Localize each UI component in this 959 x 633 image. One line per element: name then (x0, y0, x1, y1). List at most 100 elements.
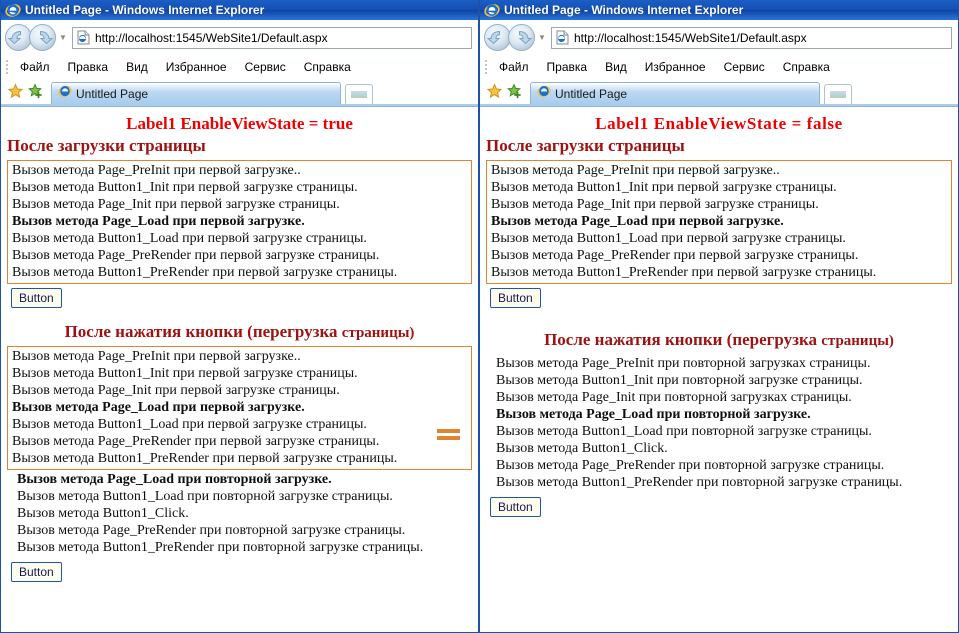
page-content-right: Label1 EnableViewState = false После заг… (480, 107, 958, 632)
menu-item-file[interactable]: Файл (11, 58, 59, 76)
tab-bar: Untitled Page (1, 78, 478, 104)
address-input[interactable]: http://localhost:1545/WebSite1/Default.a… (72, 26, 472, 49)
favorites-star-icon[interactable] (486, 83, 503, 100)
log-line: Вызов метода Page_PreRender при повторно… (496, 458, 885, 473)
asp-button-bottom[interactable]: Button (490, 497, 541, 517)
log-line: Вызов метода Page_PreRender при повторно… (17, 523, 406, 538)
back-button[interactable] (484, 24, 511, 51)
log-line: Вызов метода Button1_PreRender при перво… (491, 265, 877, 280)
log-line: Вызов метода Page_Init при повторной заг… (496, 390, 852, 405)
section-heading-main: После нажатия кнопки (перегрузка (544, 330, 817, 349)
log-line: Вызов метода Button1_Init при повторной … (496, 373, 863, 388)
new-tab-button[interactable] (345, 84, 373, 104)
menu-gripper[interactable] (482, 59, 490, 75)
address-bar-row: ▼ http://localhost:1545/WebSite1/Default… (1, 20, 478, 56)
new-tab-icon (351, 91, 367, 98)
menu-item-tools[interactable]: Сервис (715, 58, 774, 76)
log-line: Вызов метода Page_PreInit при первой заг… (12, 163, 301, 178)
page-title-label: Label1 EnableViewState = true (126, 114, 353, 133)
section-heading-after-click: После нажатия кнопки (перегрузка страниц… (480, 330, 958, 350)
page-title-label: Label1 EnableViewState = false (595, 114, 843, 133)
address-input[interactable]: http://localhost:1545/WebSite1/Default.a… (551, 26, 952, 49)
menu-item-favorites[interactable]: Избранное (636, 58, 715, 76)
tab-label: Untitled Page (76, 86, 149, 101)
favorites-star-icon[interactable] (7, 83, 24, 100)
title-bar-text: Untitled Page - Windows Internet Explore… (25, 3, 265, 17)
forward-button[interactable] (29, 24, 56, 51)
log-line: Вызов метода Button1_PreRender при перво… (12, 265, 398, 280)
log-line: Вызов метода Page_Load при первой загруз… (12, 214, 305, 229)
section-heading-after-load: После загрузки страницы (7, 136, 206, 155)
asp-button-bottom[interactable]: Button (11, 562, 62, 582)
title-bar: Untitled Page - Windows Internet Explore… (480, 0, 958, 20)
log-line: Вызов метода Button1_Load при повторной … (496, 424, 872, 439)
menu-item-help[interactable]: Справка (774, 58, 839, 76)
menu-item-edit[interactable]: Правка (59, 58, 118, 76)
menu-item-help[interactable]: Справка (295, 58, 360, 76)
address-bar-row: ▼ http://localhost:1545/WebSite1/Default… (480, 20, 958, 56)
browser-tab[interactable]: Untitled Page (51, 82, 341, 104)
menu-item-file[interactable]: Файл (490, 58, 538, 76)
log-box-after-load: Вызов метода Page_PreInit при первой заг… (486, 160, 952, 284)
tab-favicon-icon (537, 84, 551, 103)
menu-gripper[interactable] (3, 59, 11, 75)
add-to-favorites-icon[interactable] (27, 83, 44, 100)
address-url-text: http://localhost:1545/WebSite1/Default.a… (95, 30, 328, 45)
log-box-after-click: Вызов метода Page_PreInit при первой заг… (7, 346, 472, 470)
asp-button-top[interactable]: Button (490, 288, 541, 308)
history-dropdown-icon[interactable]: ▼ (535, 33, 549, 42)
menu-item-edit[interactable]: Правка (538, 58, 597, 76)
forward-button[interactable] (508, 24, 535, 51)
log-line: Вызов метода Page_Init при первой загруз… (12, 383, 340, 398)
log-line: Вызов метода Page_Load при первой загруз… (12, 400, 305, 415)
tab-label: Untitled Page (555, 86, 628, 101)
section-heading-main: После нажатия кнопки (перегрузка (64, 322, 338, 341)
log-line: Вызов метода Button1_PreRender при перво… (12, 451, 398, 466)
browser-window-right: Untitled Page - Windows Internet Explore… (479, 0, 959, 633)
log-line: Вызов метода Button1_Load при первой заг… (491, 231, 846, 246)
menu-bar: Файл Правка Вид Избранное Сервис Справка (480, 56, 958, 78)
log-line: Вызов метода Button1_Load при повторной … (17, 489, 393, 504)
menu-bar: Файл Правка Вид Избранное Сервис Справка (1, 56, 478, 78)
add-to-favorites-icon[interactable] (506, 83, 523, 100)
ie-logo-icon (484, 2, 500, 18)
new-tab-button[interactable] (824, 84, 852, 104)
ie-logo-icon (5, 2, 21, 18)
tab-favicon-icon (58, 84, 72, 103)
dual-browser-screenshot: Untitled Page - Windows Internet Explore… (0, 0, 959, 633)
tab-bar: Untitled Page (480, 78, 958, 104)
log-line: Вызов метода Page_Load при повторной заг… (496, 407, 811, 422)
log-line: Вызов метода Button1_Init при первой заг… (12, 366, 358, 381)
browser-window-left: Untitled Page - Windows Internet Explore… (0, 0, 479, 633)
asp-button-top[interactable]: Button (11, 288, 62, 308)
log-box-postback-extra: Вызов метода Page_Load при повторной заг… (7, 470, 472, 558)
title-bar-text: Untitled Page - Windows Internet Explore… (504, 3, 744, 17)
menu-item-view[interactable]: Вид (117, 58, 157, 76)
menu-item-favorites[interactable]: Избранное (157, 58, 236, 76)
menu-item-tools[interactable]: Сервис (236, 58, 295, 76)
log-box-after-load: Вызов метода Page_PreInit при первой заг… (7, 160, 472, 284)
menu-item-view[interactable]: Вид (596, 58, 636, 76)
log-box-after-click: Вызов метода Page_PreInit при повторной … (486, 354, 952, 493)
browser-tab[interactable]: Untitled Page (530, 82, 820, 104)
log-line: Вызов метода Button1_Click. (496, 441, 668, 456)
address-url-text: http://localhost:1545/WebSite1/Default.a… (574, 30, 807, 45)
log-line: Вызов метода Page_PreRender при первой з… (491, 248, 859, 263)
log-line: Вызов метода Page_PreRender при первой з… (12, 434, 380, 449)
log-line: Вызов метода Page_Load при повторной заг… (17, 472, 332, 487)
equals-marker-icon (437, 429, 460, 440)
log-line: Вызов метода Button1_PreRender при повто… (17, 540, 424, 555)
log-line: Вызов метода Button1_Load при первой заг… (12, 417, 367, 432)
log-line: Вызов метода Button1_Init при первой заг… (491, 180, 837, 195)
title-bar: Untitled Page - Windows Internet Explore… (1, 0, 478, 20)
new-tab-icon (830, 91, 846, 98)
section-heading-suffix: страницы) (341, 325, 415, 341)
log-line: Вызов метода Button1_Click. (17, 506, 189, 521)
history-dropdown-icon[interactable]: ▼ (56, 33, 70, 42)
log-line: Вызов метода Page_Init при первой загруз… (12, 197, 340, 212)
back-button[interactable] (5, 24, 32, 51)
log-line: Вызов метода Page_PreInit при первой заг… (12, 349, 301, 364)
section-heading-suffix: страницы) (821, 333, 894, 349)
page-content-left: Label1 EnableViewState = true После загр… (1, 107, 478, 632)
